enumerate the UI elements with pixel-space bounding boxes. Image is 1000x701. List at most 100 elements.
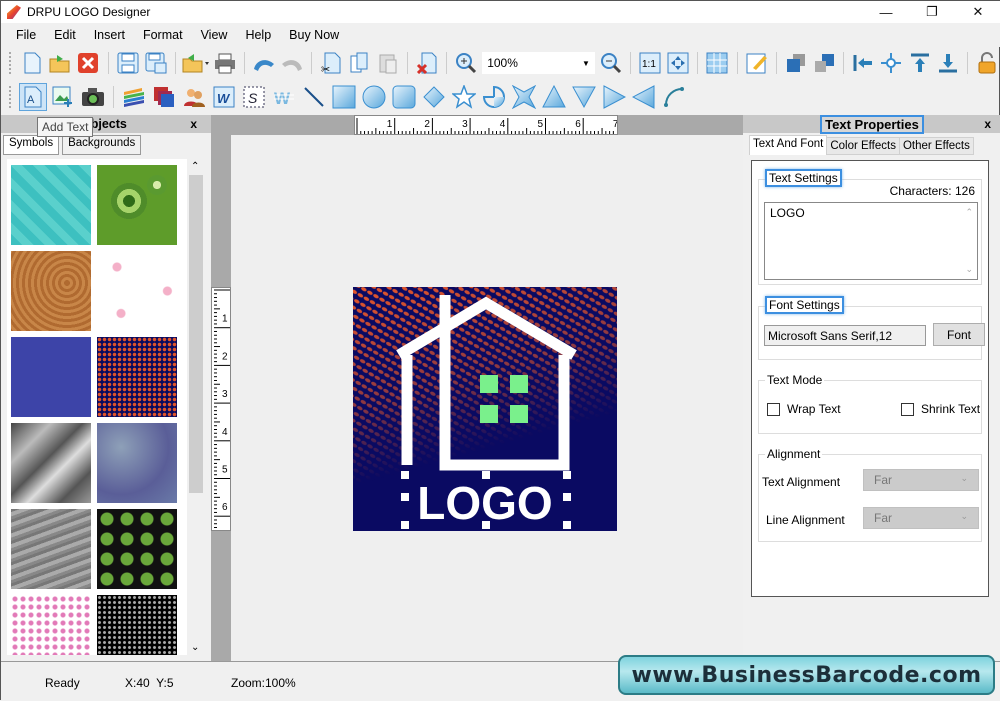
zoom-out-button[interactable] — [598, 49, 624, 77]
font-button[interactable]: Font — [933, 323, 985, 346]
thumb-wood-grain[interactable] — [11, 251, 91, 331]
wrap-text-checkbox[interactable]: Wrap Text — [767, 402, 841, 416]
scroll-down-icon[interactable]: ⌄ — [191, 642, 199, 653]
thumb-misty-blue[interactable] — [97, 423, 177, 503]
actual-size-button[interactable]: 1:1 — [637, 49, 663, 77]
send-backward-button[interactable] — [811, 49, 837, 77]
inverted-triangle-button[interactable] — [570, 83, 598, 111]
right-triangle-button[interactable] — [600, 83, 628, 111]
arc-button[interactable] — [660, 83, 688, 111]
word-art-button[interactable]: W — [210, 83, 238, 111]
pie-icon — [482, 85, 505, 108]
edit-properties-button[interactable] — [744, 49, 770, 77]
symbols-button[interactable] — [180, 83, 208, 111]
menu-format[interactable]: Format — [134, 28, 192, 42]
tab-other-effects[interactable]: Other Effects — [898, 137, 974, 155]
toolbar-separator — [736, 52, 738, 74]
diamond-button[interactable] — [420, 83, 448, 111]
line-button[interactable] — [300, 83, 328, 111]
backgrounds-button[interactable] — [150, 83, 178, 111]
logo-canvas[interactable]: LOGO — [353, 287, 617, 531]
thumb-teal-geometric[interactable] — [11, 165, 91, 245]
text-properties-close[interactable]: x — [984, 117, 991, 131]
close-file-button[interactable] — [75, 49, 101, 77]
menu-insert[interactable]: Insert — [85, 28, 134, 42]
shrink-text-checkbox[interactable]: Shrink Text — [901, 402, 980, 416]
paste-button[interactable] — [375, 49, 401, 77]
align-center-button[interactable] — [878, 49, 904, 77]
watermark-button[interactable]: W — [270, 83, 298, 111]
thumb-blue-texture[interactable] — [11, 337, 91, 417]
thumb-pink-roses[interactable] — [97, 251, 177, 331]
tab-symbols[interactable]: Symbols — [3, 135, 60, 155]
grid-button[interactable] — [704, 49, 730, 77]
export-button[interactable] — [182, 49, 210, 77]
menu-buy-now[interactable]: Buy Now — [280, 28, 348, 42]
objects-panel-close[interactable]: x — [190, 117, 197, 131]
thumb-orange-dots-navy[interactable] — [97, 337, 177, 417]
thumb-gray-silk[interactable] — [11, 423, 91, 503]
thumb-green-leaves[interactable] — [97, 509, 177, 589]
menu-file[interactable]: File — [7, 28, 45, 42]
thumbnails-scrollbar[interactable]: ⌃ ⌄ — [187, 159, 205, 655]
menu-view[interactable]: View — [192, 28, 237, 42]
fit-to-window-button[interactable] — [665, 49, 691, 77]
textarea-scroll-up[interactable]: ⌃ — [965, 207, 973, 218]
layers-button[interactable] — [120, 83, 148, 111]
rounded-rectangle-button[interactable] — [390, 83, 418, 111]
zoom-in-button[interactable] — [453, 49, 479, 77]
save-as-button[interactable] — [143, 49, 169, 77]
lock-button[interactable] — [974, 49, 1000, 77]
line-alignment-select[interactable]: Far ⌄ — [863, 507, 979, 529]
camera-button[interactable] — [79, 83, 107, 111]
four-point-star-button[interactable] — [510, 83, 538, 111]
rectangle-button[interactable] — [330, 83, 358, 111]
font-name-field[interactable]: Microsoft Sans Serif,12 — [764, 325, 926, 346]
bring-forward-button[interactable] — [783, 49, 809, 77]
scroll-up-icon[interactable]: ⌃ — [191, 161, 199, 172]
thumb-gray-marble[interactable] — [11, 509, 91, 589]
save-button[interactable] — [114, 49, 140, 77]
tab-backgrounds[interactable]: Backgrounds — [62, 135, 142, 155]
toolbar-grip[interactable] — [9, 52, 12, 74]
textarea-scroll-down[interactable]: ⌄ — [965, 264, 973, 275]
star-button[interactable] — [450, 83, 478, 111]
add-text-button[interactable]: A — [19, 83, 47, 111]
checkbox-box[interactable] — [767, 402, 780, 416]
thumb-pink-floral[interactable] — [11, 595, 91, 655]
maximize-button[interactable]: ❐ — [909, 1, 955, 23]
open-file-button[interactable] — [47, 49, 73, 77]
triangle-button[interactable] — [540, 83, 568, 111]
undo-button[interactable] — [251, 49, 277, 77]
align-left-button[interactable] — [850, 49, 876, 77]
menu-help[interactable]: Help — [236, 28, 280, 42]
text-alignment-select[interactable]: Far ⌄ — [863, 469, 979, 491]
cut-button[interactable]: ✂ — [318, 49, 344, 77]
copy-button[interactable] — [347, 49, 373, 77]
ellipse-button[interactable] — [360, 83, 388, 111]
checkbox-box[interactable] — [901, 402, 914, 416]
align-top-button[interactable] — [906, 49, 932, 77]
close-button[interactable]: ✕ — [955, 1, 1000, 23]
title-bar: DRPU LOGO Designer — ❐ ✕ — [1, 1, 1000, 23]
text-input[interactable]: LOGO ⌃ ⌄ — [764, 202, 978, 280]
redo-button[interactable] — [279, 49, 305, 77]
scrollbar-thumb[interactable] — [189, 175, 203, 493]
tab-text-and-font[interactable]: Text And Font — [749, 135, 828, 155]
toolbar-grip[interactable] — [9, 86, 12, 108]
pie-button[interactable] — [480, 83, 508, 111]
zoom-level-select[interactable]: 100% ▼ — [482, 52, 595, 74]
delete-button[interactable] — [414, 49, 440, 77]
print-button[interactable] — [212, 49, 238, 77]
tab-color-effects[interactable]: Color Effects — [826, 137, 900, 155]
thumb-green-circles[interactable] — [97, 165, 177, 245]
close-red-icon — [78, 53, 99, 73]
signature-button[interactable]: S — [240, 83, 268, 111]
new-file-button[interactable] — [19, 49, 45, 77]
minimize-button[interactable]: — — [863, 1, 909, 23]
align-bottom-button[interactable] — [935, 49, 961, 77]
left-triangle-button[interactable] — [630, 83, 658, 111]
menu-edit[interactable]: Edit — [45, 28, 85, 42]
add-image-button[interactable] — [49, 83, 77, 111]
thumb-black-dot-grid[interactable] — [97, 595, 177, 655]
